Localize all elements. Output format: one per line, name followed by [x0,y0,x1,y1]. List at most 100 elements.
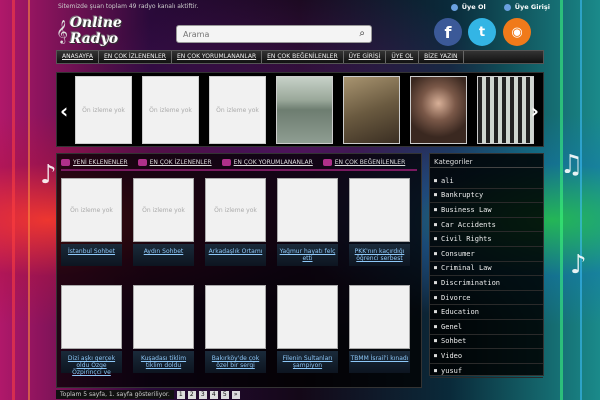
video-title[interactable]: PKK'nın kaçırdığı öğrenci serbest [349,244,410,266]
video-thumbnail[interactable]: Ön izleme yok [133,178,194,242]
video-card[interactable]: PKK'nın kaçırdığı öğrenci serbest [349,178,410,275]
video-thumbnail[interactable] [61,285,122,349]
nav-most-viewed[interactable]: EN ÇOK İZLENENLER [99,51,172,63]
video-card[interactable]: Bakırköy'de çok özel bir sergi [205,285,266,382]
video-title[interactable]: Yağmur hayatı felç etti [277,244,338,266]
video-thumbnail[interactable] [133,285,194,349]
nav-most-commented[interactable]: EN ÇOK YORUMLANANLAR [172,51,263,63]
video-card[interactable]: Filenin Sultanları şampiyon [277,285,338,382]
video-card[interactable]: Ön izleme yok İstanbul Sohbet [61,178,122,275]
music-note-icon: 𝄞 [56,19,68,43]
category-item[interactable]: ■ Criminal Law [430,262,543,277]
featured-slider: ‹ Ön izleme yok Ön izleme yok Ön izleme … [56,72,544,147]
video-thumbnail[interactable] [277,178,338,242]
page-link[interactable]: 3 [198,390,207,399]
nav-home[interactable]: ANASAYFA [57,51,99,63]
category-label: Car Accidents [441,220,496,229]
slider-thumb[interactable]: Ön izleme yok [142,76,199,144]
tab-label: EN ÇOK BEĞENİLENLER [334,159,406,166]
nav-most-liked[interactable]: EN ÇOK BEĞENİLENLER [262,51,344,63]
page-link[interactable]: 4 [209,390,218,399]
register-link[interactable]: Üye Ol [450,3,486,11]
video-title[interactable]: Kuşadası tiklim tiklim doldu [133,351,194,373]
video-thumbnail[interactable]: Ön izleme yok [205,178,266,242]
nav-contact[interactable]: BİZE YAZIN [419,51,464,63]
nav-register[interactable]: ÜYE OL [386,51,420,63]
video-title[interactable]: Aydın Sohbet [133,244,194,266]
category-item[interactable]: ■ Sohbet [430,335,543,350]
category-label: yusuf [441,366,463,375]
user-icon [503,3,511,11]
next-page-link[interactable]: » [231,390,240,399]
category-item[interactable]: ■ Video [430,349,543,364]
category-item[interactable]: ■ Bankruptcy [430,189,543,204]
user-icon [450,3,458,11]
video-thumbnail[interactable] [349,285,410,349]
page-link[interactable]: 5 [220,390,229,399]
video-title[interactable]: Bakırköy'de çok özel bir sergi [205,351,266,373]
arrow-right-icon[interactable]: › [531,99,539,123]
slider-thumb[interactable]: Ön izleme yok [75,76,132,144]
video-title[interactable]: TBMM İsrail'i kınadı [349,351,410,373]
page-link[interactable]: 1 [176,390,185,399]
tab-most-commented[interactable]: EN ÇOK YORUMLANANLAR [221,158,313,167]
video-card[interactable]: Dizi aşkı gerçek oldu Özge Özpirinçci ve [61,285,122,382]
category-item[interactable]: ■ Genel [430,320,543,335]
rss-icon[interactable]: ◉ [503,18,531,46]
category-item[interactable]: ■ Education [430,305,543,320]
categories-panel: Kategoriler ■ ali ■ Bankruptcy ■ Business L… [429,153,544,379]
video-title[interactable]: İstanbul Sohbet [61,244,122,266]
tab-icon [61,159,70,166]
video-card[interactable]: Ön izleme yok Aydın Sohbet [133,178,194,275]
bullet-icon: ■ [434,367,438,374]
video-thumbnail[interactable] [205,285,266,349]
nav-login[interactable]: ÜYE GİRİŞİ [344,51,387,63]
category-item[interactable]: ■ Civil Rights [430,232,543,247]
video-card[interactable]: Yağmur hayatı felç etti [277,178,338,275]
video-grid: Ön izleme yok İstanbul Sohbet Ön izleme … [61,178,410,382]
tab-icon [221,159,231,166]
slider-thumb[interactable] [276,76,333,144]
video-title[interactable]: Filenin Sultanları şampiyon [277,351,338,373]
video-thumbnail[interactable]: Ön izleme yok [61,178,122,242]
main-nav: ANASAYFA EN ÇOK İZLENENLER EN ÇOK YORUML… [56,50,544,64]
slider-thumb[interactable] [410,76,467,144]
video-card[interactable]: TBMM İsrail'i kınadı [349,285,410,382]
category-item[interactable]: ■ Divorce [430,291,543,306]
bullet-icon: ■ [434,192,438,199]
category-item[interactable]: ■ ali [430,174,543,189]
site-logo[interactable]: 𝄞 Online Radyo [56,15,148,47]
category-item[interactable]: ■ yusuf [430,364,543,379]
tab-most-viewed[interactable]: EN ÇOK İZLENENLER [137,158,212,167]
slider-thumb[interactable] [343,76,400,144]
video-title[interactable]: Arkadaşlık Ortamı [205,244,266,266]
category-label: Video [441,351,463,360]
video-card[interactable]: Ön izleme yok Arkadaşlık Ortamı [205,178,266,275]
slider-thumb[interactable]: Ön izleme yok [209,76,266,144]
category-item[interactable]: ■ Business Law [430,203,543,218]
category-item[interactable]: ■ Car Accidents [430,218,543,233]
light-streak [28,0,30,400]
tab-label: EN ÇOK YORUMLANANLAR [233,159,313,166]
category-item[interactable]: ■ Discrimination [430,276,543,291]
video-title[interactable]: Dizi aşkı gerçek oldu Özge Özpirinçci ve [61,351,122,376]
search-icon[interactable]: ⌕ [359,28,365,39]
video-thumbnail[interactable] [277,285,338,349]
tab-icon [322,159,332,166]
light-streak [560,0,563,400]
facebook-icon[interactable]: f [434,18,462,46]
video-card[interactable]: Kuşadası tiklim tiklim doldu [133,285,194,382]
search-input[interactable] [183,29,353,39]
arrow-left-icon[interactable]: ‹ [60,99,68,123]
tab-most-liked[interactable]: EN ÇOK BEĞENİLENLER [322,158,406,167]
slider-thumb[interactable] [477,76,534,144]
tab-new[interactable]: YENİ EKLENENLER [61,158,128,167]
tab-bar: YENİ EKLENENLER EN ÇOK İZLENENLER EN ÇOK… [57,154,421,167]
category-item[interactable]: ■ Consumer [430,247,543,262]
video-thumbnail[interactable] [349,178,410,242]
pagination-info: Toplam 5 sayfa, 1. sayfa gösteriliyor. [56,390,174,399]
twitter-icon[interactable]: t [468,18,496,46]
login-link[interactable]: Üye Girişi [503,3,550,11]
page-link[interactable]: 2 [187,390,196,399]
login-label: Üye Girişi [514,3,550,11]
